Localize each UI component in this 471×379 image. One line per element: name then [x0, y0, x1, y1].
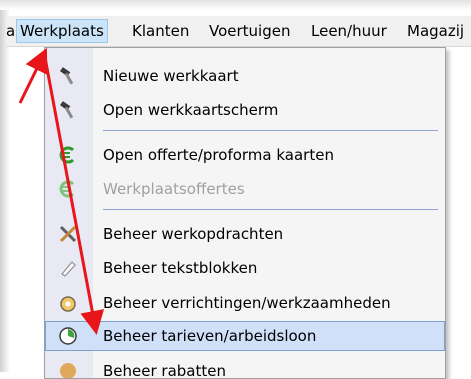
menu-item-label: Beheer tekstblokken — [103, 259, 258, 277]
hammer-icon — [58, 66, 78, 86]
menu-item-werkplaatsoffertes[interactable]: Werkplaatsoffertes — [45, 174, 445, 204]
euro-icon — [58, 179, 78, 199]
discount-icon — [58, 361, 78, 378]
pen-icon — [58, 258, 78, 278]
menu-item-label: Beheer werkopdrachten — [103, 225, 284, 243]
shadow-top — [0, 0, 471, 10]
menu-item-beheer-rabatten[interactable]: Beheer rabatten — [45, 356, 445, 379]
euro-icon — [58, 145, 78, 165]
menu-item-label: Beheer tarieven/arbeidsloon — [103, 327, 317, 345]
menu-separator — [103, 130, 438, 131]
gear-clock-icon — [58, 293, 78, 313]
menu-item-beheer-werkopdrachten[interactable]: Beheer werkopdrachten — [45, 219, 445, 249]
menu-item-open-offerte[interactable]: Open offerte/proforma kaarten — [45, 140, 445, 170]
menu-item-label: Werkplaatsoffertes — [103, 180, 245, 198]
tools-icon — [58, 224, 78, 244]
menu-bar: a Werkplaats Klanten Voertuigen Leen/huu… — [6, 16, 471, 47]
menu-item-label: Nieuwe werkkaart — [103, 67, 239, 85]
menu-item-beheer-tarieven[interactable]: Beheer tarieven/arbeidsloon — [45, 321, 445, 351]
menu-item-label: Beheer verrichtingen/werkzaamheden — [103, 294, 391, 312]
menu-item-label: Beheer rabatten — [103, 362, 226, 379]
clock-icon — [58, 326, 78, 346]
menu-item-beheer-tekstblokken[interactable]: Beheer tekstblokken — [45, 253, 445, 283]
menu-item-beheer-verrichtingen[interactable]: Beheer verrichtingen/werkzaamheden — [45, 288, 445, 318]
menu-separator — [103, 209, 438, 210]
screen: a Werkplaats Klanten Voertuigen Leen/huu… — [0, 0, 471, 379]
shadow-left — [0, 10, 10, 372]
menu-item-werkplaats[interactable]: Werkplaats — [16, 19, 108, 43]
menu-item-magazijn[interactable]: Magazij — [404, 20, 467, 42]
menu-item-nieuwe-werkkaart[interactable]: Nieuwe werkkaart — [45, 61, 445, 91]
menu-item-leen-huur[interactable]: Leen/huur — [308, 20, 390, 42]
menu-item-open-werkkaartscherm[interactable]: Open werkkaartscherm — [45, 95, 445, 125]
arrow-to-werkplaats-menu — [18, 47, 48, 104]
menu-item-label: Open offerte/proforma kaarten — [103, 146, 334, 164]
menu-item-klanten[interactable]: Klanten — [129, 20, 192, 42]
hammer-icon — [58, 100, 78, 120]
menu-item-label: Open werkkaartscherm — [103, 101, 279, 119]
werkplaats-dropdown-menu: Nieuwe werkkaart Open werkkaartscherm Op… — [44, 47, 446, 379]
menu-item-voertuigen[interactable]: Voertuigen — [206, 20, 293, 42]
